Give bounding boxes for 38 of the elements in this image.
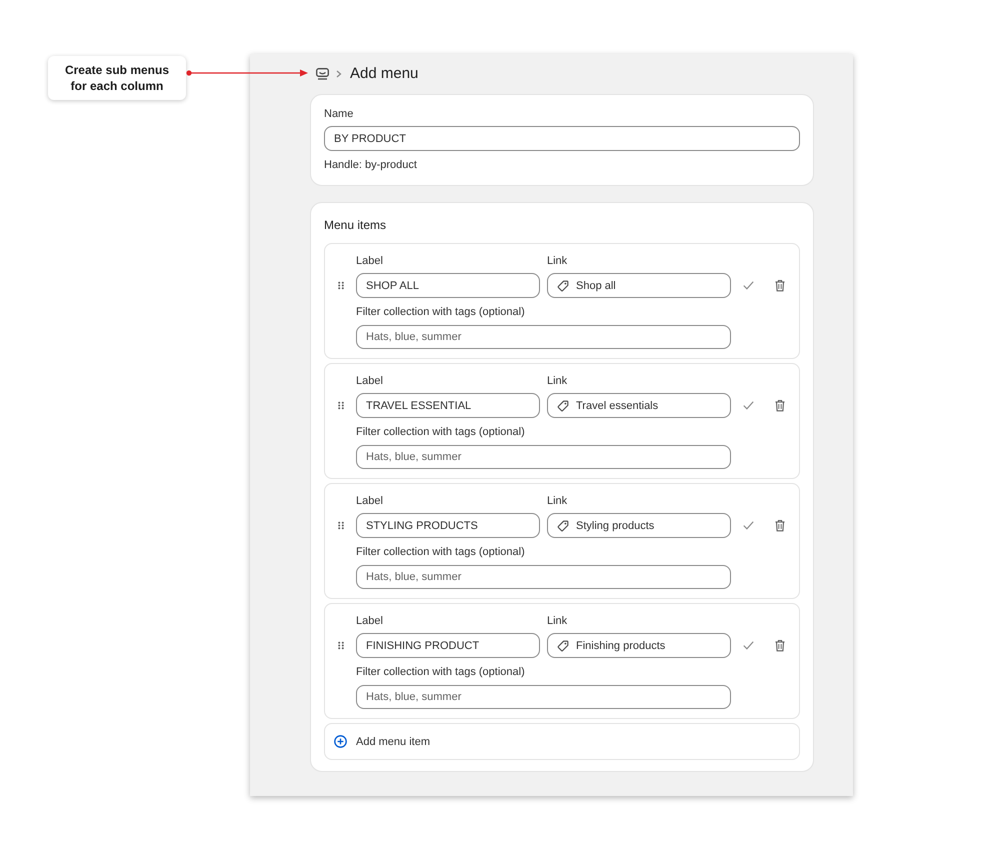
- monitor-icon[interactable]: [316, 68, 329, 80]
- field-label: Filter collection with tags (optional): [356, 425, 526, 439]
- tag-icon: [557, 400, 569, 412]
- tags-input[interactable]: Hats, blue, summer: [356, 445, 731, 469]
- field-label: Filter collection with tags (optional): [356, 665, 526, 679]
- handle-text: Handle: by-product: [324, 158, 418, 172]
- label-input[interactable]: STYLING PRODUCTS: [356, 513, 540, 538]
- field-label: Filter collection with tags (optional): [356, 545, 526, 559]
- link-field[interactable]: Shop all: [547, 273, 731, 298]
- chevron-icon: [336, 70, 342, 78]
- callout-note: Create sub menus for each column: [48, 56, 186, 100]
- field-label: Link: [547, 494, 568, 508]
- tag-icon: [557, 280, 569, 292]
- field-label: Label: [356, 614, 384, 628]
- tags-input[interactable]: Hats, blue, summer: [356, 565, 731, 589]
- tag-icon: [557, 520, 569, 532]
- tag-icon: [557, 640, 569, 652]
- label-input[interactable]: TRAVEL ESSENTIAL: [356, 393, 540, 418]
- field-label: Label: [356, 494, 384, 508]
- field-label: Label: [356, 254, 384, 268]
- tags-input[interactable]: Hats, blue, summer: [356, 325, 731, 349]
- field-label: Link: [547, 614, 568, 628]
- link-field[interactable]: Travel essentials: [547, 393, 731, 418]
- label-input[interactable]: SHOP ALL: [356, 273, 540, 298]
- tags-input[interactable]: Hats, blue, summer: [356, 685, 731, 709]
- field-label: Link: [547, 374, 568, 388]
- link-field[interactable]: Styling products: [547, 513, 731, 538]
- label-input[interactable]: FINISHING PRODUCT: [356, 633, 540, 658]
- field-label: Name: [324, 107, 354, 121]
- card-title: Menu items: [324, 217, 388, 233]
- plus-circle-icon: [334, 735, 347, 748]
- link-field[interactable]: Finishing products: [547, 633, 731, 658]
- name-input[interactable]: BY PRODUCT: [324, 126, 800, 151]
- field-label: Link: [547, 254, 568, 268]
- field-label: Label: [356, 374, 384, 388]
- add-menu-item-button[interactable]: Add menu item: [324, 723, 800, 760]
- field-label: Filter collection with tags (optional): [356, 305, 526, 319]
- page-title: Add menu: [350, 64, 418, 84]
